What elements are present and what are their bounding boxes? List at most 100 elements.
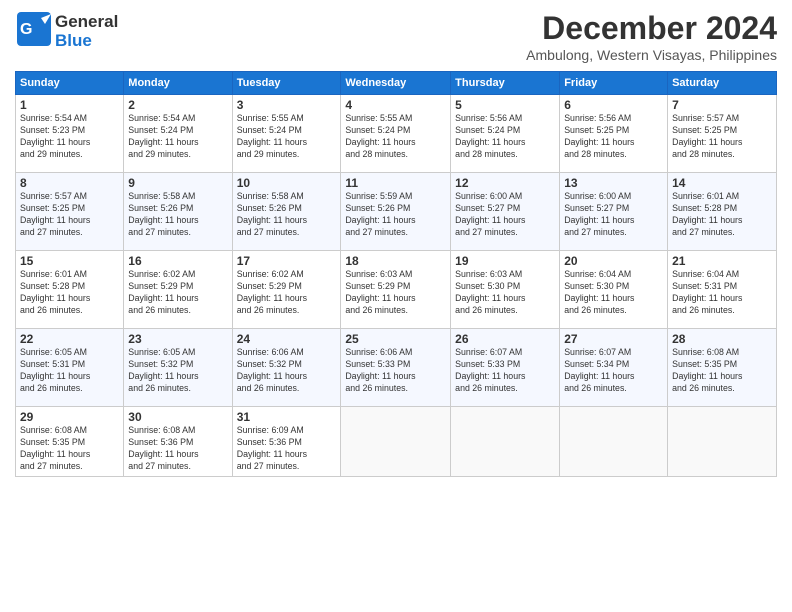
day-number: 23 bbox=[128, 332, 227, 346]
day-info: Sunrise: 5:59 AMSunset: 5:26 PMDaylight:… bbox=[345, 191, 446, 239]
calendar-cell: 18Sunrise: 6:03 AMSunset: 5:29 PMDayligh… bbox=[341, 251, 451, 329]
day-number: 8 bbox=[20, 176, 119, 190]
day-number: 21 bbox=[672, 254, 772, 268]
logo-icon: G bbox=[15, 10, 53, 48]
calendar-cell bbox=[341, 407, 451, 477]
day-info: Sunrise: 5:58 AMSunset: 5:26 PMDaylight:… bbox=[237, 191, 337, 239]
title-area: December 2024 Ambulong, Western Visayas,… bbox=[526, 10, 777, 63]
calendar-cell: 20Sunrise: 6:04 AMSunset: 5:30 PMDayligh… bbox=[560, 251, 668, 329]
day-info: Sunrise: 5:57 AMSunset: 5:25 PMDaylight:… bbox=[20, 191, 119, 239]
calendar-cell: 1Sunrise: 5:54 AMSunset: 5:23 PMDaylight… bbox=[16, 95, 124, 173]
day-number: 25 bbox=[345, 332, 446, 346]
calendar-cell: 30Sunrise: 6:08 AMSunset: 5:36 PMDayligh… bbox=[124, 407, 232, 477]
calendar-cell: 3Sunrise: 5:55 AMSunset: 5:24 PMDaylight… bbox=[232, 95, 341, 173]
col-tuesday: Tuesday bbox=[232, 72, 341, 95]
calendar-cell: 12Sunrise: 6:00 AMSunset: 5:27 PMDayligh… bbox=[451, 173, 560, 251]
calendar-cell: 16Sunrise: 6:02 AMSunset: 5:29 PMDayligh… bbox=[124, 251, 232, 329]
day-number: 2 bbox=[128, 98, 227, 112]
calendar-cell: 21Sunrise: 6:04 AMSunset: 5:31 PMDayligh… bbox=[668, 251, 777, 329]
day-info: Sunrise: 5:56 AMSunset: 5:25 PMDaylight:… bbox=[564, 113, 663, 161]
day-number: 7 bbox=[672, 98, 772, 112]
calendar-cell bbox=[560, 407, 668, 477]
day-number: 4 bbox=[345, 98, 446, 112]
calendar-cell: 29Sunrise: 6:08 AMSunset: 5:35 PMDayligh… bbox=[16, 407, 124, 477]
calendar-cell: 13Sunrise: 6:00 AMSunset: 5:27 PMDayligh… bbox=[560, 173, 668, 251]
day-info: Sunrise: 5:58 AMSunset: 5:26 PMDaylight:… bbox=[128, 191, 227, 239]
day-number: 30 bbox=[128, 410, 227, 424]
day-number: 13 bbox=[564, 176, 663, 190]
calendar-cell bbox=[668, 407, 777, 477]
calendar-cell: 6Sunrise: 5:56 AMSunset: 5:25 PMDaylight… bbox=[560, 95, 668, 173]
calendar-cell: 31Sunrise: 6:09 AMSunset: 5:36 PMDayligh… bbox=[232, 407, 341, 477]
col-friday: Friday bbox=[560, 72, 668, 95]
calendar-cell: 14Sunrise: 6:01 AMSunset: 5:28 PMDayligh… bbox=[668, 173, 777, 251]
day-info: Sunrise: 5:54 AMSunset: 5:24 PMDaylight:… bbox=[128, 113, 227, 161]
day-info: Sunrise: 6:08 AMSunset: 5:36 PMDaylight:… bbox=[128, 425, 227, 473]
day-number: 27 bbox=[564, 332, 663, 346]
day-number: 16 bbox=[128, 254, 227, 268]
day-info: Sunrise: 6:00 AMSunset: 5:27 PMDaylight:… bbox=[564, 191, 663, 239]
calendar-cell bbox=[451, 407, 560, 477]
calendar-cell: 7Sunrise: 5:57 AMSunset: 5:25 PMDaylight… bbox=[668, 95, 777, 173]
calendar-table: Sunday Monday Tuesday Wednesday Thursday… bbox=[15, 71, 777, 477]
day-number: 31 bbox=[237, 410, 337, 424]
day-number: 18 bbox=[345, 254, 446, 268]
day-info: Sunrise: 6:04 AMSunset: 5:31 PMDaylight:… bbox=[672, 269, 772, 317]
day-info: Sunrise: 6:09 AMSunset: 5:36 PMDaylight:… bbox=[237, 425, 337, 473]
calendar-cell: 8Sunrise: 5:57 AMSunset: 5:25 PMDaylight… bbox=[16, 173, 124, 251]
col-saturday: Saturday bbox=[668, 72, 777, 95]
day-number: 14 bbox=[672, 176, 772, 190]
day-info: Sunrise: 5:54 AMSunset: 5:23 PMDaylight:… bbox=[20, 113, 119, 161]
calendar-cell: 4Sunrise: 5:55 AMSunset: 5:24 PMDaylight… bbox=[341, 95, 451, 173]
day-info: Sunrise: 6:07 AMSunset: 5:33 PMDaylight:… bbox=[455, 347, 555, 395]
day-number: 20 bbox=[564, 254, 663, 268]
col-sunday: Sunday bbox=[16, 72, 124, 95]
calendar-cell: 17Sunrise: 6:02 AMSunset: 5:29 PMDayligh… bbox=[232, 251, 341, 329]
day-number: 11 bbox=[345, 176, 446, 190]
month-title: December 2024 bbox=[526, 10, 777, 47]
svg-text:G: G bbox=[20, 21, 32, 38]
calendar-cell: 24Sunrise: 6:06 AMSunset: 5:32 PMDayligh… bbox=[232, 329, 341, 407]
logo-blue: Blue bbox=[55, 32, 118, 51]
day-info: Sunrise: 6:03 AMSunset: 5:29 PMDaylight:… bbox=[345, 269, 446, 317]
calendar-cell: 9Sunrise: 5:58 AMSunset: 5:26 PMDaylight… bbox=[124, 173, 232, 251]
day-info: Sunrise: 5:56 AMSunset: 5:24 PMDaylight:… bbox=[455, 113, 555, 161]
day-number: 12 bbox=[455, 176, 555, 190]
header: G General Blue December 2024 Ambulong, W… bbox=[15, 10, 777, 63]
day-number: 6 bbox=[564, 98, 663, 112]
day-number: 10 bbox=[237, 176, 337, 190]
day-number: 5 bbox=[455, 98, 555, 112]
col-thursday: Thursday bbox=[451, 72, 560, 95]
day-info: Sunrise: 6:04 AMSunset: 5:30 PMDaylight:… bbox=[564, 269, 663, 317]
day-info: Sunrise: 6:06 AMSunset: 5:32 PMDaylight:… bbox=[237, 347, 337, 395]
day-info: Sunrise: 5:57 AMSunset: 5:25 PMDaylight:… bbox=[672, 113, 772, 161]
day-info: Sunrise: 6:02 AMSunset: 5:29 PMDaylight:… bbox=[128, 269, 227, 317]
page: G General Blue December 2024 Ambulong, W… bbox=[0, 0, 792, 612]
day-info: Sunrise: 6:05 AMSunset: 5:32 PMDaylight:… bbox=[128, 347, 227, 395]
calendar-cell: 27Sunrise: 6:07 AMSunset: 5:34 PMDayligh… bbox=[560, 329, 668, 407]
day-number: 26 bbox=[455, 332, 555, 346]
calendar-cell: 22Sunrise: 6:05 AMSunset: 5:31 PMDayligh… bbox=[16, 329, 124, 407]
day-number: 29 bbox=[20, 410, 119, 424]
calendar-cell: 2Sunrise: 5:54 AMSunset: 5:24 PMDaylight… bbox=[124, 95, 232, 173]
day-info: Sunrise: 6:03 AMSunset: 5:30 PMDaylight:… bbox=[455, 269, 555, 317]
day-info: Sunrise: 6:05 AMSunset: 5:31 PMDaylight:… bbox=[20, 347, 119, 395]
day-info: Sunrise: 6:08 AMSunset: 5:35 PMDaylight:… bbox=[20, 425, 119, 473]
calendar-cell: 15Sunrise: 6:01 AMSunset: 5:28 PMDayligh… bbox=[16, 251, 124, 329]
col-wednesday: Wednesday bbox=[341, 72, 451, 95]
day-number: 9 bbox=[128, 176, 227, 190]
day-info: Sunrise: 5:55 AMSunset: 5:24 PMDaylight:… bbox=[237, 113, 337, 161]
day-number: 15 bbox=[20, 254, 119, 268]
calendar-cell: 5Sunrise: 5:56 AMSunset: 5:24 PMDaylight… bbox=[451, 95, 560, 173]
day-info: Sunrise: 6:08 AMSunset: 5:35 PMDaylight:… bbox=[672, 347, 772, 395]
day-number: 24 bbox=[237, 332, 337, 346]
calendar-cell: 10Sunrise: 5:58 AMSunset: 5:26 PMDayligh… bbox=[232, 173, 341, 251]
day-number: 3 bbox=[237, 98, 337, 112]
logo: G General Blue bbox=[15, 10, 118, 53]
day-number: 17 bbox=[237, 254, 337, 268]
calendar-cell: 28Sunrise: 6:08 AMSunset: 5:35 PMDayligh… bbox=[668, 329, 777, 407]
day-number: 1 bbox=[20, 98, 119, 112]
logo-general: General bbox=[55, 13, 118, 32]
calendar-cell: 25Sunrise: 6:06 AMSunset: 5:33 PMDayligh… bbox=[341, 329, 451, 407]
calendar-cell: 26Sunrise: 6:07 AMSunset: 5:33 PMDayligh… bbox=[451, 329, 560, 407]
